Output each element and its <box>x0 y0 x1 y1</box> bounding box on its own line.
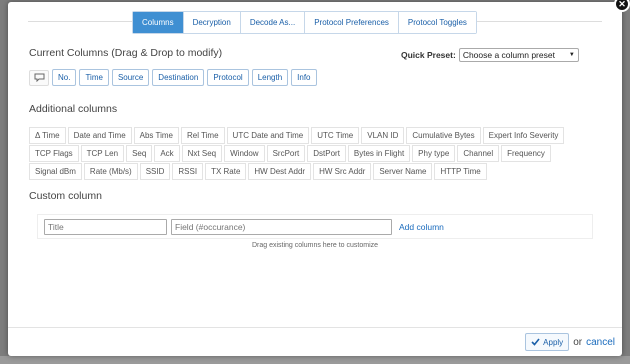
additional-columns-title: Additional columns <box>29 103 118 115</box>
current-column-protocol[interactable]: Protocol <box>207 69 249 86</box>
or-text: or <box>573 336 583 348</box>
quick-preset-value: Choose a column preset <box>462 50 555 60</box>
additional-column[interactable]: Abs Time <box>133 127 179 144</box>
additional-column[interactable]: Seq <box>126 145 153 162</box>
additional-column[interactable]: VLAN ID <box>361 127 405 144</box>
current-column-destination[interactable]: Destination <box>152 69 205 86</box>
add-column-link[interactable]: Add column <box>399 222 444 232</box>
additional-column[interactable]: RSSI <box>172 163 204 180</box>
additional-row: Δ Time Date and Time Abs Time Rel Time U… <box>29 127 595 144</box>
custom-title-input[interactable] <box>44 218 167 235</box>
custom-field-input[interactable] <box>171 218 392 235</box>
current-column-length[interactable]: Length <box>251 69 289 86</box>
additional-column[interactable]: Server Name <box>373 163 433 180</box>
footer-divider <box>8 327 622 328</box>
current-column-no[interactable]: No. <box>52 69 77 86</box>
additional-column[interactable]: Bytes in Flight <box>347 145 411 162</box>
cancel-link[interactable]: cancel <box>586 337 615 348</box>
additional-column[interactable]: SrcPort <box>266 145 306 162</box>
additional-column[interactable]: HW Dest Addr <box>248 163 312 180</box>
current-column-time[interactable]: Time <box>79 69 109 86</box>
comment-icon[interactable] <box>29 69 49 86</box>
additional-column[interactable]: Cumulative Bytes <box>406 127 481 144</box>
additional-column[interactable]: TCP Flags <box>29 145 79 162</box>
additional-row: TCP Flags TCP Len Seq Ack Nxt Seq Window… <box>29 145 595 162</box>
additional-column[interactable]: Date and Time <box>67 127 132 144</box>
additional-row: Signal dBm Rate (Mb/s) SSID RSSI TX Rate… <box>29 163 595 180</box>
additional-column[interactable]: Signal dBm <box>29 163 82 180</box>
additional-column[interactable]: HTTP Time <box>434 163 487 180</box>
chevron-down-icon: ▼ <box>568 52 575 58</box>
additional-column[interactable]: Expert Info Severity <box>482 127 565 144</box>
apply-label: Apply <box>543 337 564 347</box>
tab-bar: Columns Decryption Decode As... Protocol… <box>132 11 477 34</box>
additional-column[interactable]: UTC Time <box>311 127 360 144</box>
quick-preset: Quick Preset: Choose a column preset ▼ <box>401 48 579 62</box>
current-column-source[interactable]: Source <box>111 69 150 86</box>
current-column-info[interactable]: Info <box>291 69 317 86</box>
additional-column[interactable]: SSID <box>139 163 171 180</box>
preferences-dialog: ✕ Columns Decryption Decode As... Protoc… <box>8 0 630 356</box>
tab-protocol-preferences[interactable]: Protocol Preferences <box>305 12 399 33</box>
current-columns-list: No. Time Source Destination Protocol Len… <box>29 69 317 86</box>
dialog-footer: Apply or cancel <box>525 333 615 351</box>
additional-column[interactable]: Ack <box>154 145 180 162</box>
additional-column[interactable]: Rate (Mb/s) <box>83 163 138 180</box>
additional-column[interactable]: Frequency <box>501 145 551 162</box>
additional-column[interactable]: TCP Len <box>80 145 125 162</box>
additional-column[interactable]: HW Src Addr <box>313 163 372 180</box>
apply-button[interactable]: Apply <box>525 333 570 351</box>
additional-column[interactable]: Rel Time <box>180 127 225 144</box>
drag-hint: Drag existing columns here to customize <box>251 242 379 249</box>
additional-column[interactable]: Phy type <box>412 145 456 162</box>
tab-decryption[interactable]: Decryption <box>183 12 241 33</box>
additional-column[interactable]: UTC Date and Time <box>226 127 310 144</box>
quick-preset-label: Quick Preset: <box>401 50 456 60</box>
additional-columns-list: Δ Time Date and Time Abs Time Rel Time U… <box>29 127 595 181</box>
custom-column-title: Custom column <box>29 190 102 202</box>
background-page-strip <box>0 356 630 364</box>
additional-column[interactable]: DstPort <box>307 145 346 162</box>
tab-protocol-toggles[interactable]: Protocol Toggles <box>398 12 476 33</box>
additional-column[interactable]: Window <box>224 145 265 162</box>
custom-column-dropzone[interactable]: Add column <box>37 214 593 239</box>
additional-column[interactable]: Channel <box>457 145 500 162</box>
tab-columns[interactable]: Columns <box>133 12 184 33</box>
additional-column[interactable]: Δ Time <box>29 127 66 144</box>
current-columns-title: Current Columns (Drag & Drop to modify) <box>29 47 223 59</box>
additional-column[interactable]: Nxt Seq <box>181 145 223 162</box>
tab-decode-as[interactable]: Decode As... <box>240 12 306 33</box>
check-icon <box>531 338 540 346</box>
additional-column[interactable]: TX Rate <box>205 163 247 180</box>
quick-preset-select[interactable]: Choose a column preset ▼ <box>458 48 579 62</box>
